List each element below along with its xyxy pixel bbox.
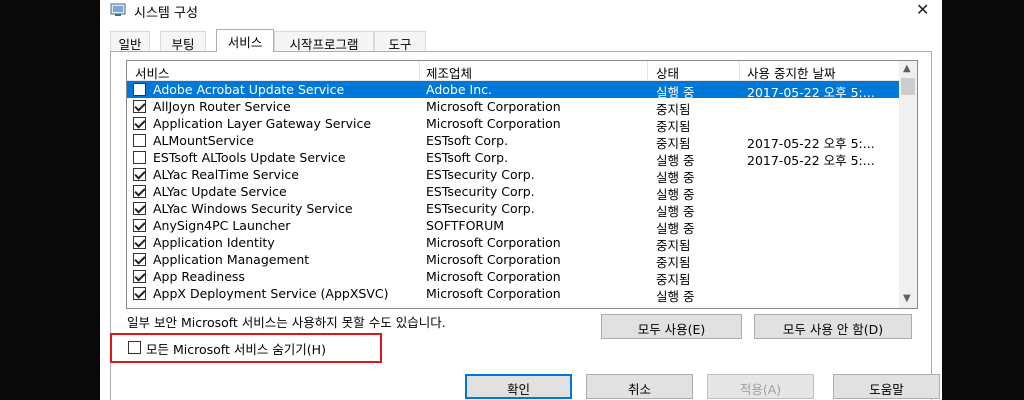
service-name: ALYac Windows Security Service	[153, 201, 353, 216]
title-bar: 시스템 구성 ✕	[100, 0, 942, 22]
service-checkbox[interactable]	[133, 83, 146, 96]
service-name: ALYac RealTime Service	[153, 167, 299, 182]
tab-startup[interactable]: 시작프로그램	[274, 31, 374, 52]
service-name: Adobe Acrobat Update Service	[153, 82, 345, 97]
service-row[interactable]: ALMountService ESTsoft Corp. 중지됨 2017-05-22…	[127, 132, 899, 151]
service-name: Application Layer Gateway Service	[153, 116, 372, 131]
vertical-scrollbar[interactable]: ▲ ▼	[899, 61, 917, 308]
service-checkbox[interactable]	[133, 117, 146, 130]
system-config-icon	[110, 3, 126, 16]
help-button[interactable]: 도움말	[833, 374, 940, 399]
right-backdrop	[942, 0, 1024, 400]
security-note: 일부 보안 Microsoft 서비스는 사용하지 못할 수도 있습니다.	[127, 315, 446, 330]
service-row[interactable]: Application Layer Gateway Service Microso…	[127, 115, 899, 134]
services-list[interactable]: 서비스 제조업체 상태 사용 중지한 날짜 Adobe Acrobat Upda…	[126, 60, 918, 309]
service-maker: ESTsecurity Corp.	[426, 167, 535, 182]
tab-services[interactable]: 서비스	[216, 29, 274, 52]
service-maker: Microsoft Corporation	[426, 269, 561, 284]
service-maker: Microsoft Corporation	[426, 116, 561, 131]
close-icon[interactable]: ✕	[916, 0, 929, 19]
service-name: ALYac Update Service	[153, 184, 287, 199]
service-checkbox[interactable]	[133, 100, 146, 113]
column-header-status[interactable]: 상태	[656, 63, 679, 82]
hide-microsoft-services-label[interactable]: 모든 Microsoft 서비스 숨기기(H)	[146, 339, 326, 358]
service-name: ESTsoft ALTools Update Service	[153, 150, 346, 165]
hide-microsoft-services-checkbox[interactable]	[128, 341, 141, 354]
service-name: AllJoyn Router Service	[153, 99, 291, 114]
service-checkbox[interactable]	[133, 287, 146, 300]
service-row[interactable]: ALYac Update Service ESTsecurity Corp. 실행 …	[127, 183, 899, 202]
service-name: AppX Deployment Service (AppXSVC)	[153, 286, 389, 301]
service-name: Application Identity	[153, 235, 275, 250]
service-maker: SOFTFORUM	[426, 218, 505, 233]
service-name: ALMountService	[153, 133, 254, 148]
service-maker: ESTsecurity Corp.	[426, 201, 535, 216]
service-maker: Microsoft Corporation	[426, 286, 561, 301]
service-maker: Adobe Inc.	[426, 82, 492, 97]
service-checkbox[interactable]	[133, 219, 146, 232]
service-maker: ESTsoft Corp.	[426, 150, 509, 165]
service-checkbox[interactable]	[133, 185, 146, 198]
list-header: 서비스 제조업체 상태 사용 중지한 날짜	[127, 61, 899, 81]
column-divider[interactable]	[647, 61, 648, 81]
service-maker: Microsoft Corporation	[426, 99, 561, 114]
service-row[interactable]: AllJoyn Router Service Microsoft Corporat…	[127, 98, 899, 117]
service-checkbox[interactable]	[133, 236, 146, 249]
service-checkbox[interactable]	[133, 168, 146, 181]
service-row[interactable]: ALYac Windows Security Service ESTsecurit…	[127, 200, 899, 219]
service-maker: ESTsoft Corp.	[426, 133, 509, 148]
service-checkbox[interactable]	[133, 134, 146, 147]
column-header-maker[interactable]: 제조업체	[426, 63, 472, 82]
service-row[interactable]: AnySign4PC Launcher SOFTFORUM 실행 중	[127, 217, 899, 236]
ok-button[interactable]: 확인	[465, 374, 572, 399]
service-name: App Readiness	[153, 269, 245, 284]
service-row[interactable]: Adobe Acrobat Update Service Adobe Inc. 실행…	[127, 81, 899, 100]
cancel-button[interactable]: 취소	[586, 374, 693, 399]
service-row[interactable]: Application Identity Microsoft Corporatio…	[127, 234, 899, 253]
enable-all-button[interactable]: 모두 사용(E)	[601, 314, 742, 339]
scroll-up-icon[interactable]: ▲	[903, 63, 911, 74]
column-header-service[interactable]: 서비스	[135, 63, 170, 82]
service-row[interactable]: Application Management Microsoft Corporat…	[127, 251, 899, 270]
service-row[interactable]: AppX Deployment Service (AppXSVC) Microso…	[127, 285, 899, 304]
apply-button[interactable]: 적용(A)	[707, 374, 814, 399]
service-checkbox[interactable]	[133, 151, 146, 164]
service-name: AnySign4PC Launcher	[153, 218, 291, 233]
service-maker: ESTsecurity Corp.	[426, 184, 535, 199]
column-divider[interactable]	[419, 61, 420, 81]
window-title: 시스템 구성	[134, 6, 198, 21]
scroll-down-icon[interactable]: ▼	[903, 293, 911, 304]
tab-general[interactable]: 일반	[110, 31, 150, 52]
service-name: Application Management	[153, 252, 310, 267]
service-row[interactable]: App Readiness Microsoft Corporation 중지됨	[127, 268, 899, 287]
service-maker: Microsoft Corporation	[426, 252, 561, 267]
service-row[interactable]: ALYac RealTime Service ESTsecurity Corp. 실…	[127, 166, 899, 185]
service-checkbox[interactable]	[133, 270, 146, 283]
disable-all-button[interactable]: 모두 사용 안 함(D)	[754, 314, 912, 339]
system-configuration-dialog: 시스템 구성 ✕ 일반 부팅 서비스 시작프로그램 도구 서비스 제조업체 상태…	[100, 0, 942, 400]
service-checkbox[interactable]	[133, 253, 146, 266]
scroll-thumb[interactable]	[901, 78, 915, 95]
service-row[interactable]: ESTsoft ALTools Update Service ESTsoft Co…	[127, 149, 899, 168]
service-maker: Microsoft Corporation	[426, 235, 561, 250]
column-header-disabled-date[interactable]: 사용 중지한 날짜	[747, 63, 835, 82]
left-backdrop	[0, 0, 100, 400]
service-status: 실행 중	[656, 289, 695, 304]
tab-boot[interactable]: 부팅	[160, 31, 206, 52]
service-checkbox[interactable]	[133, 202, 146, 215]
tab-tools[interactable]: 도구	[374, 31, 426, 52]
column-divider[interactable]	[739, 61, 740, 81]
